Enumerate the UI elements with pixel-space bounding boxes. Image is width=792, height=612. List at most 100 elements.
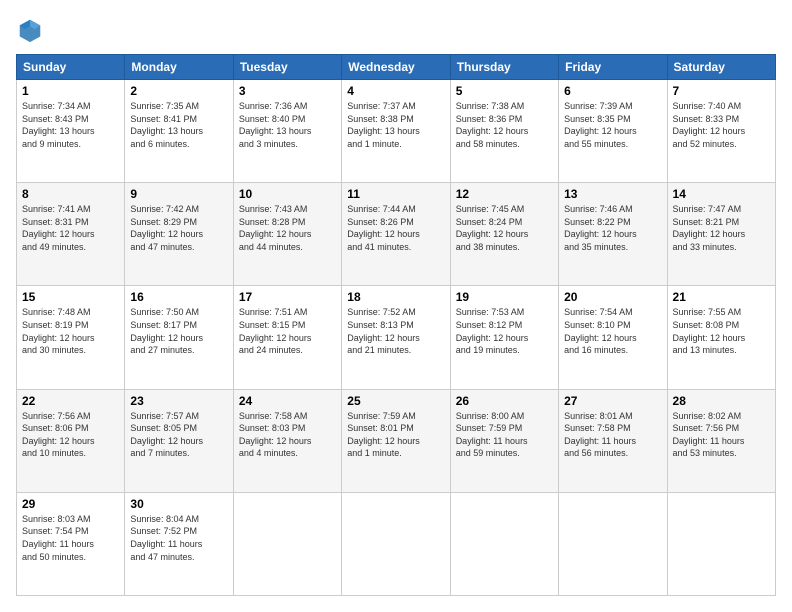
day-info: Sunrise: 7:36 AM Sunset: 8:40 PM Dayligh… (239, 100, 336, 150)
day-info: Sunrise: 7:48 AM Sunset: 8:19 PM Dayligh… (22, 306, 119, 356)
week-row-3: 15 Sunrise: 7:48 AM Sunset: 8:19 PM Dayli… (17, 286, 776, 389)
day-number: 22 (22, 394, 119, 408)
weekday-header-thursday: Thursday (450, 55, 558, 80)
calendar-cell: 6 Sunrise: 7:39 AM Sunset: 8:35 PM Daylig… (559, 80, 667, 183)
day-info: Sunrise: 7:46 AM Sunset: 8:22 PM Dayligh… (564, 203, 661, 253)
calendar-cell (667, 492, 775, 595)
day-number: 3 (239, 84, 336, 98)
day-info: Sunrise: 7:52 AM Sunset: 8:13 PM Dayligh… (347, 306, 444, 356)
day-number: 1 (22, 84, 119, 98)
day-info: Sunrise: 7:37 AM Sunset: 8:38 PM Dayligh… (347, 100, 444, 150)
day-info: Sunrise: 7:38 AM Sunset: 8:36 PM Dayligh… (456, 100, 553, 150)
day-info: Sunrise: 7:45 AM Sunset: 8:24 PM Dayligh… (456, 203, 553, 253)
day-number: 14 (673, 187, 770, 201)
day-number: 16 (130, 290, 227, 304)
calendar-cell: 26 Sunrise: 8:00 AM Sunset: 7:59 PM Dayli… (450, 389, 558, 492)
day-number: 29 (22, 497, 119, 511)
calendar-cell: 21 Sunrise: 7:55 AM Sunset: 8:08 PM Dayli… (667, 286, 775, 389)
day-number: 28 (673, 394, 770, 408)
day-info: Sunrise: 7:56 AM Sunset: 8:06 PM Dayligh… (22, 410, 119, 460)
weekday-header-friday: Friday (559, 55, 667, 80)
day-info: Sunrise: 7:53 AM Sunset: 8:12 PM Dayligh… (456, 306, 553, 356)
day-number: 25 (347, 394, 444, 408)
day-number: 8 (22, 187, 119, 201)
week-row-5: 29 Sunrise: 8:03 AM Sunset: 7:54 PM Dayli… (17, 492, 776, 595)
calendar-cell: 19 Sunrise: 7:53 AM Sunset: 8:12 PM Dayli… (450, 286, 558, 389)
day-info: Sunrise: 7:40 AM Sunset: 8:33 PM Dayligh… (673, 100, 770, 150)
calendar-cell: 4Sunrise: 7:37 AM Sunset: 8:38 PM Daylig… (342, 80, 450, 183)
calendar-cell: 30 Sunrise: 8:04 AM Sunset: 7:52 PM Dayli… (125, 492, 233, 595)
week-row-4: 22 Sunrise: 7:56 AM Sunset: 8:06 PM Dayli… (17, 389, 776, 492)
day-info: Sunrise: 7:43 AM Sunset: 8:28 PM Dayligh… (239, 203, 336, 253)
calendar-cell: 23 Sunrise: 7:57 AM Sunset: 8:05 PM Dayli… (125, 389, 233, 492)
day-number: 2 (130, 84, 227, 98)
day-number: 17 (239, 290, 336, 304)
weekday-header-wednesday: Wednesday (342, 55, 450, 80)
day-info: Sunrise: 7:42 AM Sunset: 8:29 PM Dayligh… (130, 203, 227, 253)
logo-icon (16, 16, 44, 44)
week-row-1: 1 Sunrise: 7:34 AM Sunset: 8:43 PM Daylig… (17, 80, 776, 183)
weekday-header-monday: Monday (125, 55, 233, 80)
day-number: 30 (130, 497, 227, 511)
calendar-cell (342, 492, 450, 595)
day-number: 18 (347, 290, 444, 304)
calendar-cell: 16 Sunrise: 7:50 AM Sunset: 8:17 PM Dayli… (125, 286, 233, 389)
day-number: 6 (564, 84, 661, 98)
calendar-cell: 15 Sunrise: 7:48 AM Sunset: 8:19 PM Dayli… (17, 286, 125, 389)
day-number: 19 (456, 290, 553, 304)
day-info: Sunrise: 7:57 AM Sunset: 8:05 PM Dayligh… (130, 410, 227, 460)
calendar-cell: 18 Sunrise: 7:52 AM Sunset: 8:13 PM Dayli… (342, 286, 450, 389)
calendar-cell: 8Sunrise: 7:41 AM Sunset: 8:31 PM Daylig… (17, 183, 125, 286)
week-row-2: 8Sunrise: 7:41 AM Sunset: 8:31 PM Daylig… (17, 183, 776, 286)
header (16, 16, 776, 44)
calendar-cell: 3 Sunrise: 7:36 AM Sunset: 8:40 PM Daylig… (233, 80, 341, 183)
calendar-cell: 25Sunrise: 7:59 AM Sunset: 8:01 PM Dayli… (342, 389, 450, 492)
calendar-cell: 14 Sunrise: 7:47 AM Sunset: 8:21 PM Dayli… (667, 183, 775, 286)
day-info: Sunrise: 7:55 AM Sunset: 8:08 PM Dayligh… (673, 306, 770, 356)
day-number: 21 (673, 290, 770, 304)
weekday-header-tuesday: Tuesday (233, 55, 341, 80)
day-info: Sunrise: 7:58 AM Sunset: 8:03 PM Dayligh… (239, 410, 336, 460)
calendar-cell: 5 Sunrise: 7:38 AM Sunset: 8:36 PM Daylig… (450, 80, 558, 183)
day-info: Sunrise: 8:01 AM Sunset: 7:58 PM Dayligh… (564, 410, 661, 460)
calendar-cell: 11Sunrise: 7:44 AM Sunset: 8:26 PM Dayli… (342, 183, 450, 286)
calendar-cell: 10 Sunrise: 7:43 AM Sunset: 8:28 PM Dayli… (233, 183, 341, 286)
day-info: Sunrise: 7:47 AM Sunset: 8:21 PM Dayligh… (673, 203, 770, 253)
day-info: Sunrise: 7:44 AM Sunset: 8:26 PM Dayligh… (347, 203, 444, 253)
day-number: 12 (456, 187, 553, 201)
calendar-cell: 27Sunrise: 8:01 AM Sunset: 7:58 PM Dayli… (559, 389, 667, 492)
calendar-cell: 1 Sunrise: 7:34 AM Sunset: 8:43 PM Daylig… (17, 80, 125, 183)
logo (16, 16, 48, 44)
calendar-cell: 12 Sunrise: 7:45 AM Sunset: 8:24 PM Dayli… (450, 183, 558, 286)
day-info: Sunrise: 8:00 AM Sunset: 7:59 PM Dayligh… (456, 410, 553, 460)
day-number: 24 (239, 394, 336, 408)
calendar-cell: 22 Sunrise: 7:56 AM Sunset: 8:06 PM Dayli… (17, 389, 125, 492)
calendar-cell: 17 Sunrise: 7:51 AM Sunset: 8:15 PM Dayli… (233, 286, 341, 389)
calendar-cell: 24 Sunrise: 7:58 AM Sunset: 8:03 PM Dayli… (233, 389, 341, 492)
day-number: 10 (239, 187, 336, 201)
page: SundayMondayTuesdayWednesdayThursdayFrid… (0, 0, 792, 612)
day-info: Sunrise: 7:51 AM Sunset: 8:15 PM Dayligh… (239, 306, 336, 356)
day-number: 26 (456, 394, 553, 408)
day-number: 15 (22, 290, 119, 304)
calendar-cell (233, 492, 341, 595)
day-info: Sunrise: 7:50 AM Sunset: 8:17 PM Dayligh… (130, 306, 227, 356)
day-number: 9 (130, 187, 227, 201)
day-info: Sunrise: 8:04 AM Sunset: 7:52 PM Dayligh… (130, 513, 227, 563)
day-info: Sunrise: 7:39 AM Sunset: 8:35 PM Dayligh… (564, 100, 661, 150)
day-info: Sunrise: 8:03 AM Sunset: 7:54 PM Dayligh… (22, 513, 119, 563)
calendar-cell (559, 492, 667, 595)
calendar-cell: 13 Sunrise: 7:46 AM Sunset: 8:22 PM Dayli… (559, 183, 667, 286)
day-info: Sunrise: 7:54 AM Sunset: 8:10 PM Dayligh… (564, 306, 661, 356)
calendar-cell: 20 Sunrise: 7:54 AM Sunset: 8:10 PM Dayli… (559, 286, 667, 389)
day-number: 13 (564, 187, 661, 201)
calendar-cell: 9 Sunrise: 7:42 AM Sunset: 8:29 PM Daylig… (125, 183, 233, 286)
calendar-cell (450, 492, 558, 595)
day-number: 20 (564, 290, 661, 304)
calendar-cell: 2Sunrise: 7:35 AM Sunset: 8:41 PM Daylig… (125, 80, 233, 183)
day-number: 23 (130, 394, 227, 408)
weekday-header-row: SundayMondayTuesdayWednesdayThursdayFrid… (17, 55, 776, 80)
day-number: 5 (456, 84, 553, 98)
day-info: Sunrise: 7:34 AM Sunset: 8:43 PM Dayligh… (22, 100, 119, 150)
calendar-cell: 29 Sunrise: 8:03 AM Sunset: 7:54 PM Dayli… (17, 492, 125, 595)
